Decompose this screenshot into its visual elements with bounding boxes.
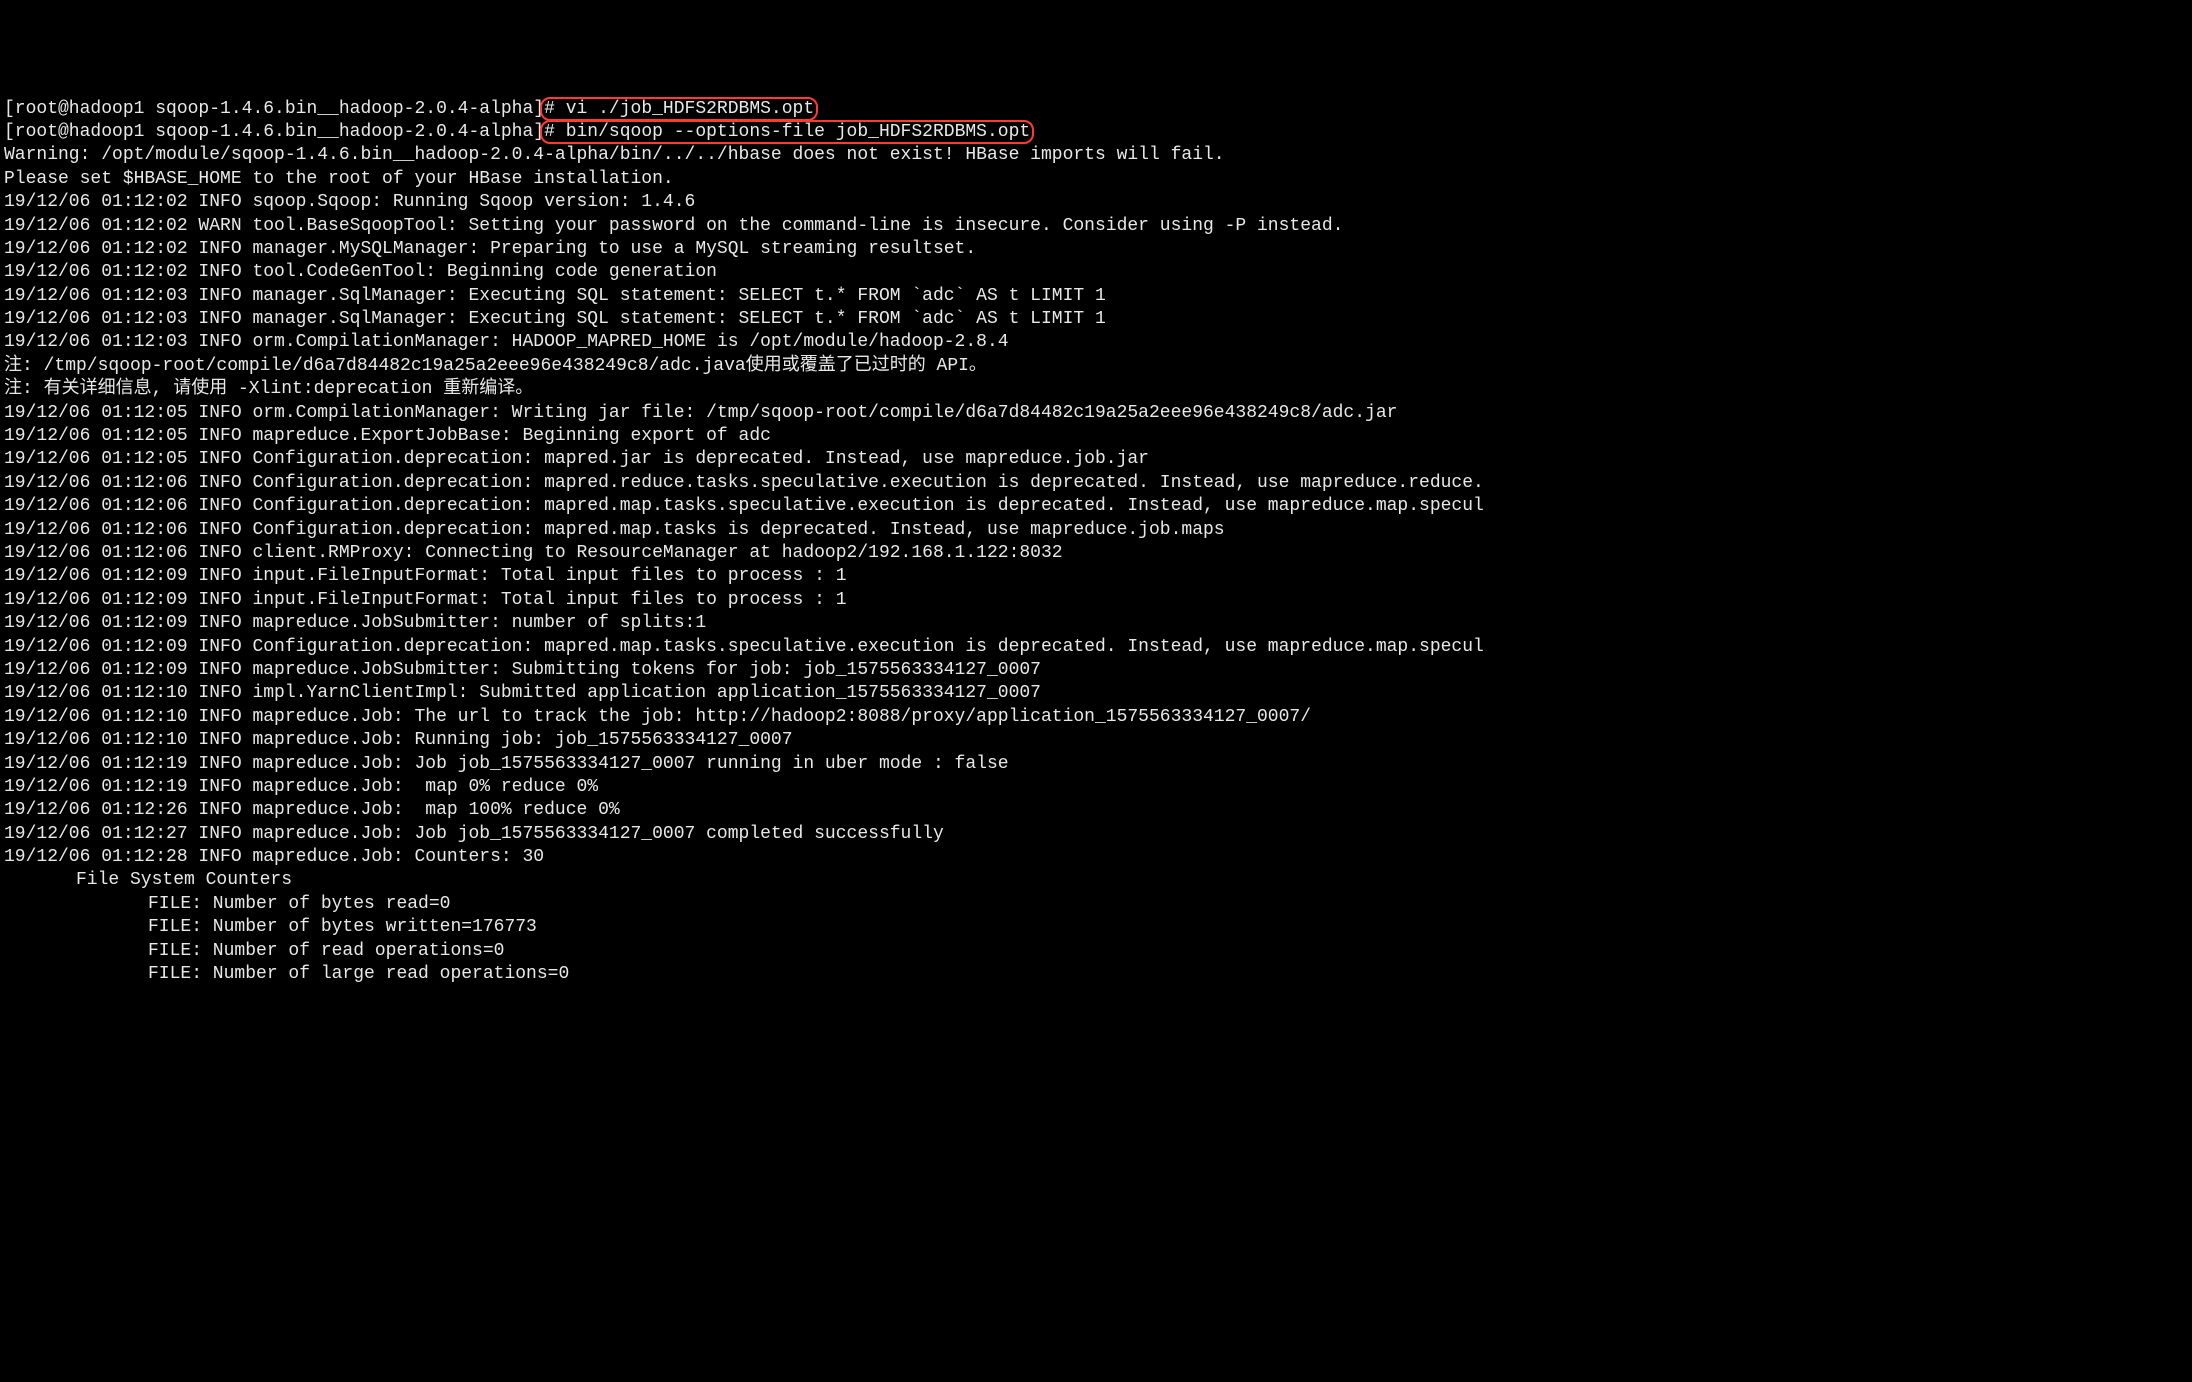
terminal-line: 19/12/06 01:12:06 INFO client.RMProxy: C…: [4, 542, 2188, 565]
terminal-line: 19/12/06 01:12:09 INFO mapreduce.JobSubm…: [4, 659, 2188, 682]
terminal-line: 19/12/06 01:12:19 INFO mapreduce.Job: ma…: [4, 776, 2188, 799]
terminal-line: FILE: Number of bytes read=0: [4, 893, 2188, 916]
terminal-line: 19/12/06 01:12:27 INFO mapreduce.Job: Jo…: [4, 823, 2188, 846]
terminal-line: 19/12/06 01:12:19 INFO mapreduce.Job: Jo…: [4, 753, 2188, 776]
terminal-line: 19/12/06 01:12:02 INFO sqoop.Sqoop: Runn…: [4, 191, 2188, 214]
terminal-line: 19/12/06 01:12:05 INFO orm.CompilationMa…: [4, 402, 2188, 425]
terminal-line: [root@hadoop1 sqoop-1.4.6.bin__hadoop-2.…: [4, 121, 2188, 144]
shell-prompt: [root@hadoop1 sqoop-1.4.6.bin__hadoop-2.…: [4, 122, 544, 142]
command-text: bin/sqoop --options-file job_HDFS2RDBMS.…: [566, 122, 1030, 142]
terminal-line: 注: /tmp/sqoop-root/compile/d6a7d84482c19…: [4, 355, 2188, 378]
terminal-line: Warning: /opt/module/sqoop-1.4.6.bin__ha…: [4, 144, 2188, 167]
command-prefix: #: [544, 122, 566, 142]
highlighted-command: # bin/sqoop --options-file job_HDFS2RDBM…: [544, 122, 1030, 142]
command-text: vi ./job_HDFS2RDBMS.opt: [566, 99, 814, 119]
terminal-output[interactable]: [root@hadoop1 sqoop-1.4.6.bin__hadoop-2.…: [4, 98, 2188, 987]
terminal-line: 19/12/06 01:12:03 INFO manager.SqlManage…: [4, 285, 2188, 308]
terminal-line: 19/12/06 01:12:06 INFO Configuration.dep…: [4, 495, 2188, 518]
terminal-line: FILE: Number of large read operations=0: [4, 963, 2188, 986]
terminal-line: 19/12/06 01:12:26 INFO mapreduce.Job: ma…: [4, 799, 2188, 822]
terminal-line: 19/12/06 01:12:06 INFO Configuration.dep…: [4, 472, 2188, 495]
terminal-line: 19/12/06 01:12:05 INFO Configuration.dep…: [4, 448, 2188, 471]
terminal-line: [root@hadoop1 sqoop-1.4.6.bin__hadoop-2.…: [4, 98, 2188, 121]
terminal-line: 19/12/06 01:12:10 INFO mapreduce.Job: Th…: [4, 706, 2188, 729]
terminal-line: FILE: Number of bytes written=176773: [4, 916, 2188, 939]
terminal-line: 19/12/06 01:12:28 INFO mapreduce.Job: Co…: [4, 846, 2188, 869]
terminal-line: 19/12/06 01:12:05 INFO mapreduce.ExportJ…: [4, 425, 2188, 448]
terminal-line: 19/12/06 01:12:03 INFO manager.SqlManage…: [4, 308, 2188, 331]
terminal-line: 19/12/06 01:12:02 INFO tool.CodeGenTool:…: [4, 261, 2188, 284]
terminal-line: 19/12/06 01:12:06 INFO Configuration.dep…: [4, 519, 2188, 542]
terminal-line: 19/12/06 01:12:09 INFO input.FileInputFo…: [4, 589, 2188, 612]
terminal-line: 注: 有关详细信息, 请使用 -Xlint:deprecation 重新编译。: [4, 378, 2188, 401]
shell-prompt: [root@hadoop1 sqoop-1.4.6.bin__hadoop-2.…: [4, 99, 544, 119]
terminal-line: 19/12/06 01:12:10 INFO impl.YarnClientIm…: [4, 682, 2188, 705]
terminal-line: 19/12/06 01:12:02 WARN tool.BaseSqoopToo…: [4, 215, 2188, 238]
terminal-line: Please set $HBASE_HOME to the root of yo…: [4, 168, 2188, 191]
terminal-line: 19/12/06 01:12:09 INFO input.FileInputFo…: [4, 565, 2188, 588]
highlighted-command: # vi ./job_HDFS2RDBMS.opt: [544, 99, 814, 119]
command-prefix: #: [544, 99, 566, 119]
terminal-line: 19/12/06 01:12:09 INFO Configuration.dep…: [4, 636, 2188, 659]
terminal-line: 19/12/06 01:12:10 INFO mapreduce.Job: Ru…: [4, 729, 2188, 752]
terminal-line: 19/12/06 01:12:03 INFO orm.CompilationMa…: [4, 331, 2188, 354]
terminal-line: FILE: Number of read operations=0: [4, 940, 2188, 963]
terminal-line: 19/12/06 01:12:02 INFO manager.MySQLMana…: [4, 238, 2188, 261]
terminal-line: File System Counters: [4, 869, 2188, 892]
terminal-line: 19/12/06 01:12:09 INFO mapreduce.JobSubm…: [4, 612, 2188, 635]
